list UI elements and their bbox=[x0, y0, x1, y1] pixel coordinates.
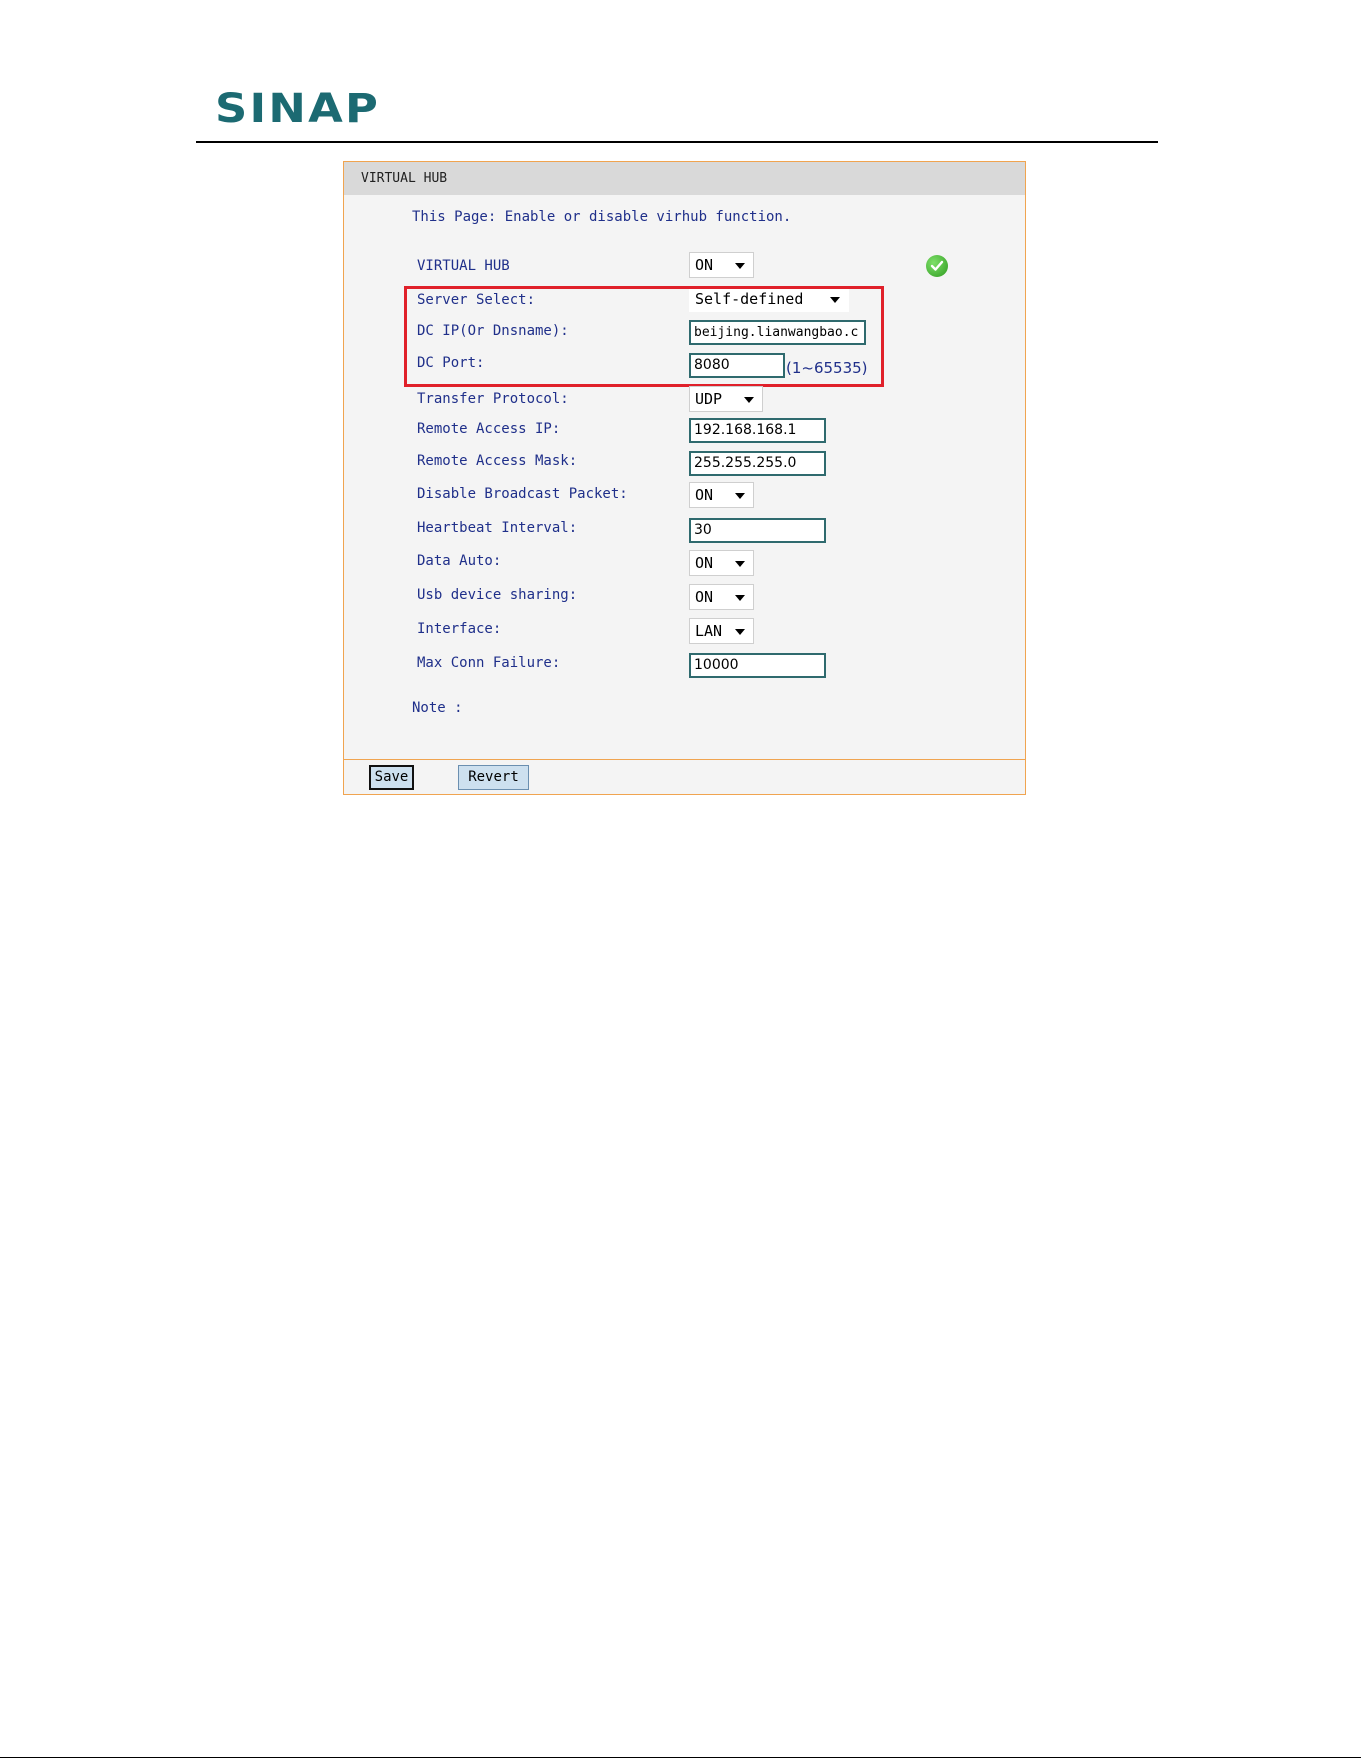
chevron-down-icon bbox=[735, 629, 745, 635]
usb-sharing-label: Usb device sharing: bbox=[417, 587, 578, 603]
chevron-down-icon bbox=[735, 595, 745, 601]
disable-broadcast-select[interactable]: ON bbox=[689, 482, 754, 508]
chevron-down-icon bbox=[735, 561, 745, 567]
transfer-protocol-value: UDP bbox=[695, 390, 723, 408]
remote-access-mask-label: Remote Access Mask: bbox=[417, 453, 578, 469]
footer-divider bbox=[344, 759, 1025, 760]
header-divider bbox=[196, 141, 1158, 143]
interface-value: LAN bbox=[695, 622, 723, 640]
remote-access-ip-input[interactable]: 192.168.168.1 bbox=[689, 418, 826, 443]
max-conn-failure-input[interactable]: 10000 bbox=[689, 653, 826, 678]
heartbeat-interval-label: Heartbeat Interval: bbox=[417, 520, 578, 536]
virtual-hub-value: ON bbox=[695, 256, 714, 274]
revert-button[interactable]: Revert bbox=[458, 765, 529, 790]
heartbeat-interval-input[interactable]: 30 bbox=[689, 518, 826, 543]
highlight-box bbox=[404, 286, 884, 387]
data-auto-label: Data Auto: bbox=[417, 553, 502, 569]
usb-sharing-select[interactable]: ON bbox=[689, 584, 754, 610]
usb-sharing-value: ON bbox=[695, 588, 714, 606]
chevron-down-icon bbox=[735, 263, 745, 269]
virtual-hub-label: VIRTUAL HUB bbox=[417, 258, 510, 274]
remote-access-mask-input[interactable]: 255.255.255.0 bbox=[689, 451, 826, 476]
data-auto-value: ON bbox=[695, 554, 714, 572]
note-label: Note : bbox=[412, 700, 463, 716]
transfer-protocol-select[interactable]: UDP bbox=[689, 386, 763, 412]
max-conn-failure-label: Max Conn Failure: bbox=[417, 655, 561, 671]
disable-broadcast-label: Disable Broadcast Packet: bbox=[417, 486, 628, 502]
panel-title: VIRTUAL HUB bbox=[361, 171, 448, 186]
virtual-hub-select[interactable]: ON bbox=[689, 252, 754, 278]
page-bottom-divider bbox=[0, 1757, 1361, 1758]
chevron-down-icon bbox=[744, 397, 754, 403]
interface-label: Interface: bbox=[417, 621, 502, 637]
interface-select[interactable]: LAN bbox=[689, 618, 754, 644]
chevron-down-icon bbox=[735, 493, 745, 499]
disable-broadcast-value: ON bbox=[695, 486, 714, 504]
virtual-hub-panel: VIRTUAL HUB This Page: Enable or disable… bbox=[343, 161, 1026, 795]
transfer-protocol-label: Transfer Protocol: bbox=[417, 391, 569, 407]
sinap-logo: SINAP bbox=[215, 86, 381, 132]
save-button[interactable]: Save bbox=[369, 765, 414, 790]
page-description: This Page: Enable or disable virhub func… bbox=[412, 209, 792, 225]
check-circle-icon bbox=[926, 255, 948, 277]
remote-access-ip-label: Remote Access IP: bbox=[417, 421, 561, 437]
panel-header: VIRTUAL HUB bbox=[344, 162, 1025, 195]
data-auto-select[interactable]: ON bbox=[689, 550, 754, 576]
